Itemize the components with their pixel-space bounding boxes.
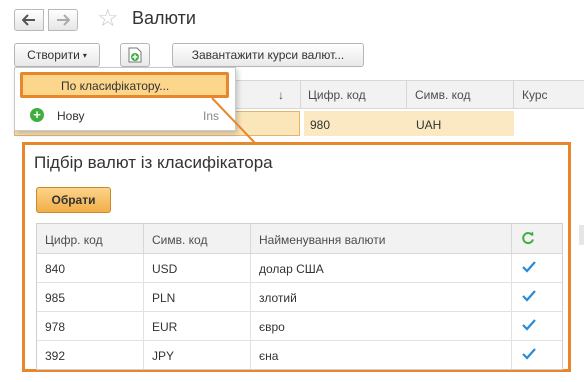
column-header-symbol-code[interactable]: Симв. код (152, 233, 207, 247)
cell-digital-code: 985 (45, 291, 66, 305)
cell-currency-name: злотий (259, 291, 297, 305)
classifier-picker-panel: Підбір валют із класифікатора Обрати Циф… (22, 142, 571, 372)
check-icon[interactable] (521, 317, 537, 333)
cell-currency-name: євро (259, 320, 285, 334)
column-header-currency-name[interactable]: Найменування валюти (259, 233, 385, 247)
cell-symbol-code: PLN (152, 291, 176, 305)
cell-symbol-code: JPY (152, 349, 175, 363)
refresh-icon[interactable] (520, 230, 536, 246)
column-header-digital-code[interactable]: Цифр. код (45, 233, 103, 247)
cell-currency-name: долар США (259, 262, 324, 276)
cell-digital-code: 840 (45, 262, 66, 276)
picker-title: Підбір валют із класифікатора (34, 153, 273, 172)
cell-digital-code: 978 (45, 320, 66, 334)
table-row[interactable]: 978 EUR євро (37, 312, 562, 341)
cell-currency-name: єна (259, 349, 279, 363)
classifier-table-header: Цифр. код Симв. код Найменування валюти (37, 224, 562, 254)
check-icon[interactable] (521, 288, 537, 304)
table-row[interactable]: 840 USD долар США (37, 254, 562, 283)
cell-symbol-code: EUR (152, 320, 178, 334)
classifier-table: Цифр. код Симв. код Найменування валюти … (36, 223, 563, 370)
pick-button[interactable]: Обрати (36, 187, 111, 213)
table-row[interactable]: 392 JPY єна (37, 341, 562, 370)
cell-symbol-code: USD (152, 262, 178, 276)
check-icon[interactable] (521, 259, 537, 275)
check-icon[interactable] (521, 346, 537, 362)
table-row[interactable]: 985 PLN злотий (37, 283, 562, 312)
cell-digital-code: 392 (45, 349, 66, 363)
